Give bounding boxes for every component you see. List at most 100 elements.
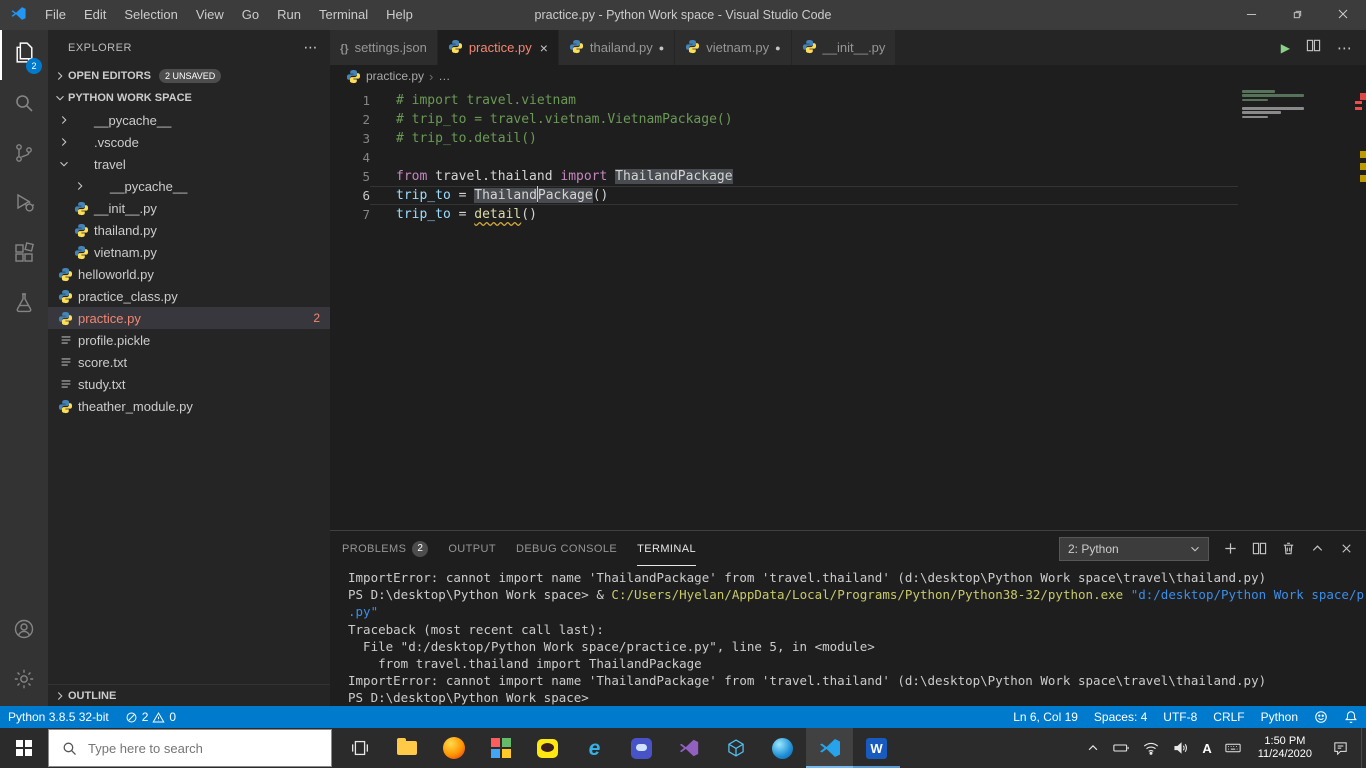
tray-chevron-up-icon[interactable] (1080, 728, 1106, 768)
menu-edit[interactable]: Edit (75, 0, 115, 30)
taskbar-search[interactable] (48, 729, 332, 767)
panel-tab-output[interactable]: OUTPUT (448, 531, 496, 566)
breadcrumb-file[interactable]: practice.py (366, 69, 424, 83)
explorer-icon[interactable]: 2 (0, 30, 48, 80)
menu-run[interactable]: Run (268, 0, 310, 30)
taskbar-clock[interactable]: 1:50 PM 11/24/2020 (1250, 735, 1320, 761)
tree-item-pycache[interactable]: __pycache__ (48, 175, 330, 197)
taskbar-chat-app-icon[interactable] (618, 728, 665, 768)
menu-help[interactable]: Help (377, 0, 422, 30)
terminal-dropdown[interactable]: 2: Python (1059, 536, 1209, 561)
maximize-panel-button[interactable] (1310, 541, 1325, 556)
tree-item-init-py[interactable]: __init__.py (48, 197, 330, 219)
indentation[interactable]: Spaces: 4 (1086, 706, 1155, 728)
tree-item-practice-py[interactable]: practice.py 2 (48, 307, 330, 329)
editor-more-actions-button[interactable]: ⋯ (1337, 39, 1352, 57)
python-interpreter[interactable]: Python 3.8.5 32-bit (0, 706, 117, 728)
tree-item-profile-pickle[interactable]: profile.pickle (48, 329, 330, 351)
settings-gear-icon[interactable] (0, 656, 48, 706)
show-desktop-button[interactable] (1361, 728, 1366, 768)
tab-vietnam-py[interactable]: vietnam.py ● (675, 30, 792, 65)
search-icon[interactable] (0, 80, 48, 130)
taskbar-internet-explorer-icon[interactable]: e (571, 728, 618, 768)
tree-item-helloworld-py[interactable]: helloworld.py (48, 263, 330, 285)
tab-practice-py[interactable]: practice.py × (437, 30, 559, 65)
taskbar-task-view-icon[interactable] (336, 728, 383, 768)
taskbar-visual-studio-icon[interactable] (665, 728, 712, 768)
kill-terminal-button[interactable] (1281, 541, 1296, 556)
language-mode[interactable]: Python (1253, 706, 1306, 728)
tree-item-pycache[interactable]: __pycache__ (48, 109, 330, 131)
minimap[interactable] (1242, 90, 1362, 120)
split-terminal-button[interactable] (1252, 541, 1267, 556)
test-explorer-icon[interactable] (0, 280, 48, 330)
taskbar-kakaotalk-icon[interactable] (524, 728, 571, 768)
action-center-icon[interactable] (1322, 728, 1359, 768)
feedback-smiley-icon[interactable] (1306, 706, 1336, 728)
tray-battery-icon[interactable] (1106, 728, 1136, 768)
explorer-more-actions-icon[interactable]: ⋯ (304, 39, 319, 56)
tab-settings-json[interactable]: {} settings.json (330, 30, 438, 65)
tree-item-practice-class-py[interactable]: practice_class.py (48, 285, 330, 307)
panel-tab-terminal[interactable]: TERMINAL (637, 531, 696, 566)
encoding[interactable]: UTF-8 (1155, 706, 1205, 728)
source-control-icon[interactable] (0, 130, 48, 180)
terminal-output[interactable]: ImportError: cannot import name 'Thailan… (330, 566, 1366, 706)
chevron-right-icon (52, 689, 68, 703)
outline-header[interactable]: OUTLINE (48, 684, 330, 706)
panel-tab-debug-console[interactable]: DEBUG CONSOLE (516, 531, 617, 566)
panel-tab-problems[interactable]: PROBLEMS 2 (342, 531, 429, 566)
code-editor[interactable]: 1 # import travel.vietnam 2 # trip_to = … (330, 87, 1366, 530)
close-tab-icon[interactable]: × (538, 40, 548, 56)
line-number: 4 (362, 150, 370, 165)
tab-thailand-py[interactable]: thailand.py ● (558, 30, 676, 65)
workspace-header[interactable]: PYTHON WORK SPACE (48, 87, 330, 109)
close-panel-button[interactable] (1339, 541, 1354, 556)
menu-selection[interactable]: Selection (115, 0, 186, 30)
tree-item-theather-module-py[interactable]: theather_module.py (48, 395, 330, 417)
code-line: 2 # trip_to = travel.vietnam.VietnamPack… (330, 110, 1238, 129)
search-input[interactable] (88, 740, 331, 756)
menu-view[interactable]: View (187, 0, 233, 30)
taskbar-app-grid-icon[interactable] (477, 728, 524, 768)
tab-init-py[interactable]: __init__.py (791, 30, 897, 65)
minimize-button[interactable] (1228, 0, 1274, 30)
taskbar-firefox-icon[interactable] (430, 728, 477, 768)
tray-wifi-icon[interactable] (1136, 728, 1166, 768)
problems-status[interactable]: 2 0 (117, 706, 184, 728)
cursor-position[interactable]: Ln 6, Col 19 (1005, 706, 1086, 728)
tree-item-vietnam-py[interactable]: vietnam.py (48, 241, 330, 263)
tree-item-vscode[interactable]: .vscode (48, 131, 330, 153)
problems-count-badge: 2 (313, 311, 320, 325)
restore-button[interactable] (1274, 0, 1320, 30)
account-icon[interactable] (0, 606, 48, 656)
new-terminal-button[interactable] (1223, 541, 1238, 556)
extensions-icon[interactable] (0, 230, 48, 280)
tray-a-icon[interactable]: A (1196, 728, 1217, 768)
split-editor-button[interactable] (1306, 38, 1321, 58)
chevron-right-icon: › (429, 68, 434, 84)
taskbar-sphere-app-icon[interactable] (759, 728, 806, 768)
taskbar-vscode-icon[interactable] (806, 728, 853, 768)
open-editors-header[interactable]: OPEN EDITORS 2 UNSAVED (48, 65, 330, 87)
tree-item-study-txt[interactable]: study.txt (48, 373, 330, 395)
tree-item-thailand-py[interactable]: thailand.py (48, 219, 330, 241)
tray-keyboard-icon[interactable] (1218, 728, 1248, 768)
close-button[interactable] (1320, 0, 1366, 30)
taskbar-word-icon[interactable]: W (853, 728, 900, 768)
run-button[interactable]: ▶ (1281, 39, 1290, 57)
taskbar-3d-viewer-icon[interactable] (712, 728, 759, 768)
run-debug-icon[interactable] (0, 180, 48, 230)
tree-item-score-txt[interactable]: score.txt (48, 351, 330, 373)
eol-sequence[interactable]: CRLF (1205, 706, 1252, 728)
tree-item-travel[interactable]: travel (48, 153, 330, 175)
start-button[interactable] (0, 728, 48, 768)
notifications-bell-icon[interactable] (1336, 706, 1366, 728)
minimap-line (1242, 94, 1305, 97)
breadcrumb-more[interactable]: … (438, 69, 450, 83)
menu-terminal[interactable]: Terminal (310, 0, 377, 30)
menu-file[interactable]: File (36, 0, 75, 30)
tray-volume-icon[interactable] (1166, 728, 1196, 768)
menu-go[interactable]: Go (233, 0, 268, 30)
taskbar-file-explorer-icon[interactable] (383, 728, 430, 768)
